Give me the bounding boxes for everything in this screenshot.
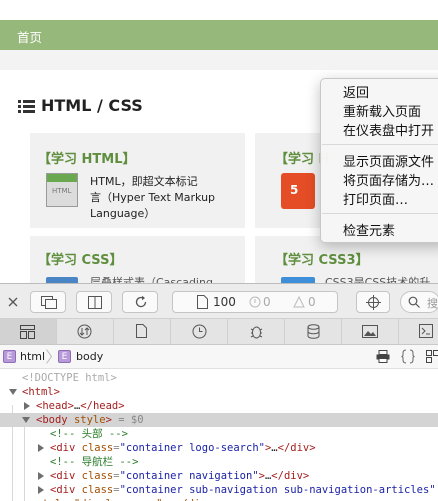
crosshair-icon bbox=[366, 295, 381, 310]
card-title[interactable]: 【学习 HTML】 bbox=[38, 148, 136, 167]
database-icon bbox=[307, 324, 320, 339]
reload-button[interactable] bbox=[122, 291, 158, 313]
menu-item-open-in-dashboard[interactable]: 在仪表盘中打开 bbox=[343, 120, 434, 139]
warning-count: 0 bbox=[308, 295, 316, 309]
dom-line-html[interactable]: <html> bbox=[0, 385, 438, 399]
menu-item-view-source[interactable]: 显示页面源文件 bbox=[343, 151, 434, 170]
window-icon bbox=[41, 296, 57, 309]
menu-item-back[interactable]: 返回 bbox=[343, 82, 369, 101]
reload-icon bbox=[135, 295, 147, 308]
context-menu: 返回 重新载入页面 在仪表盘中打开 显示页面源文件 将页面存储为… 打印页面… … bbox=[320, 78, 438, 243]
inspect-button[interactable] bbox=[356, 291, 390, 313]
tab-timelines[interactable] bbox=[171, 319, 228, 344]
clock-icon bbox=[192, 324, 207, 339]
dom-line-head[interactable]: <head>…</head> bbox=[0, 399, 438, 413]
menu-separator bbox=[322, 144, 438, 145]
card-title[interactable]: 【学习 CSS3】 bbox=[275, 249, 369, 268]
tab-elements[interactable] bbox=[0, 319, 57, 344]
nav-home-link[interactable]: 首页 bbox=[17, 27, 42, 46]
search-field[interactable]: 搜 bbox=[400, 291, 438, 313]
document-icon bbox=[197, 295, 208, 309]
dom-line-body-selected[interactable]: <body style> = $0 bbox=[0, 413, 438, 427]
nav-bar: 首页 bbox=[0, 20, 438, 50]
split-view-icon bbox=[88, 296, 102, 309]
dom-line-div-logo-search[interactable]: <div class="container logo-search">…</di… bbox=[0, 441, 438, 455]
search-icon bbox=[408, 296, 420, 308]
tab-console[interactable] bbox=[399, 319, 438, 344]
console-icon bbox=[419, 324, 433, 338]
breadcrumb-item-html[interactable]: html bbox=[20, 350, 45, 363]
network-icon bbox=[77, 324, 92, 339]
tab-layers[interactable] bbox=[342, 319, 399, 344]
element-badge-icon: E bbox=[58, 350, 71, 363]
disclosure-triangle-icon[interactable] bbox=[22, 417, 30, 423]
devtools-tab-bar bbox=[0, 319, 438, 345]
error-icon bbox=[249, 296, 261, 308]
card-learn-css[interactable]: 【学习 CSS】 层叠样式表（Cascading bbox=[30, 236, 245, 283]
menu-item-inspect-element[interactable]: 检查元素 bbox=[343, 220, 395, 239]
element-badge-icon: E bbox=[3, 350, 16, 363]
card-description: HTML，即超文本标记 言（Hyper Text Markup Language… bbox=[90, 175, 216, 220]
tab-storage[interactable] bbox=[285, 319, 342, 344]
card-description: CSS3是CSS技术的升 bbox=[325, 276, 431, 283]
grid-icon[interactable] bbox=[426, 350, 438, 363]
chevron-right-icon bbox=[46, 349, 52, 364]
menu-item-print-page[interactable]: 打印页面… bbox=[343, 189, 408, 208]
bug-icon bbox=[250, 326, 263, 339]
code-braces-icon[interactable] bbox=[401, 349, 415, 364]
disclosure-triangle-icon[interactable] bbox=[38, 444, 44, 452]
menu-separator bbox=[322, 213, 438, 214]
disclosure-triangle-icon[interactable] bbox=[24, 402, 30, 410]
html5-icon: 5 bbox=[281, 173, 315, 209]
html-file-icon: HTML bbox=[46, 173, 78, 207]
close-icon[interactable] bbox=[8, 297, 18, 307]
tab-network[interactable] bbox=[57, 319, 114, 344]
card-learn-html[interactable]: 【学习 HTML】 HTML HTML，即超文本标记 言（Hyper Text … bbox=[30, 133, 245, 228]
card-title[interactable]: 【学习 CSS】 bbox=[38, 249, 122, 268]
menu-item-save-page[interactable]: 将页面存储为… bbox=[343, 170, 434, 189]
devtools-toolbar: 100 0 0 搜 bbox=[0, 283, 438, 319]
section-title: HTML / CSS bbox=[41, 96, 143, 115]
dom-line-div-sub-navigation-style[interactable]: style="display:none">…</div> bbox=[0, 497, 438, 501]
breadcrumb: E html E body bbox=[0, 345, 438, 369]
undock-button[interactable] bbox=[30, 291, 66, 313]
tab-resources[interactable] bbox=[114, 319, 171, 344]
dock-button[interactable] bbox=[76, 291, 112, 313]
card-learn-css3[interactable]: 【学习 CSS3】 CSS3是CSS技术的升 bbox=[255, 236, 438, 283]
breadcrumb-item-body[interactable]: body bbox=[76, 350, 103, 363]
menu-item-reload[interactable]: 重新载入页面 bbox=[343, 101, 421, 120]
resource-count: 100 bbox=[213, 295, 236, 309]
resource-summary[interactable]: 100 0 0 bbox=[172, 291, 338, 313]
dom-line-div-navigation[interactable]: <div class="container navigation">…</div… bbox=[0, 469, 438, 483]
dom-line-doctype[interactable]: <!DOCTYPE html> bbox=[0, 371, 438, 385]
dom-line-comment-header[interactable]: <!-- 头部 --> bbox=[0, 427, 438, 441]
dom-line-comment-nav[interactable]: <!-- 导航栏 --> bbox=[0, 455, 438, 469]
disclosure-triangle-icon[interactable] bbox=[38, 486, 44, 494]
dom-tree: <!DOCTYPE html> <html> <head>…</head> <b… bbox=[0, 369, 438, 501]
list-icon bbox=[18, 100, 35, 114]
print-icon[interactable] bbox=[376, 350, 390, 363]
warning-icon bbox=[293, 296, 305, 308]
page-top-strip bbox=[0, 0, 438, 20]
image-icon bbox=[362, 325, 378, 338]
card-description: 层叠样式表（Cascading bbox=[90, 276, 213, 283]
disclosure-triangle-icon[interactable] bbox=[38, 472, 44, 480]
disclosure-triangle-icon[interactable] bbox=[9, 389, 17, 395]
search-placeholder: 搜 bbox=[427, 297, 438, 310]
elements-icon bbox=[20, 325, 35, 339]
tab-debugger[interactable] bbox=[228, 319, 285, 344]
resources-icon bbox=[136, 324, 147, 338]
dom-line-div-sub-navigation[interactable]: <div class="container sub-navigation sub… bbox=[0, 483, 438, 497]
error-count: 0 bbox=[263, 295, 271, 309]
